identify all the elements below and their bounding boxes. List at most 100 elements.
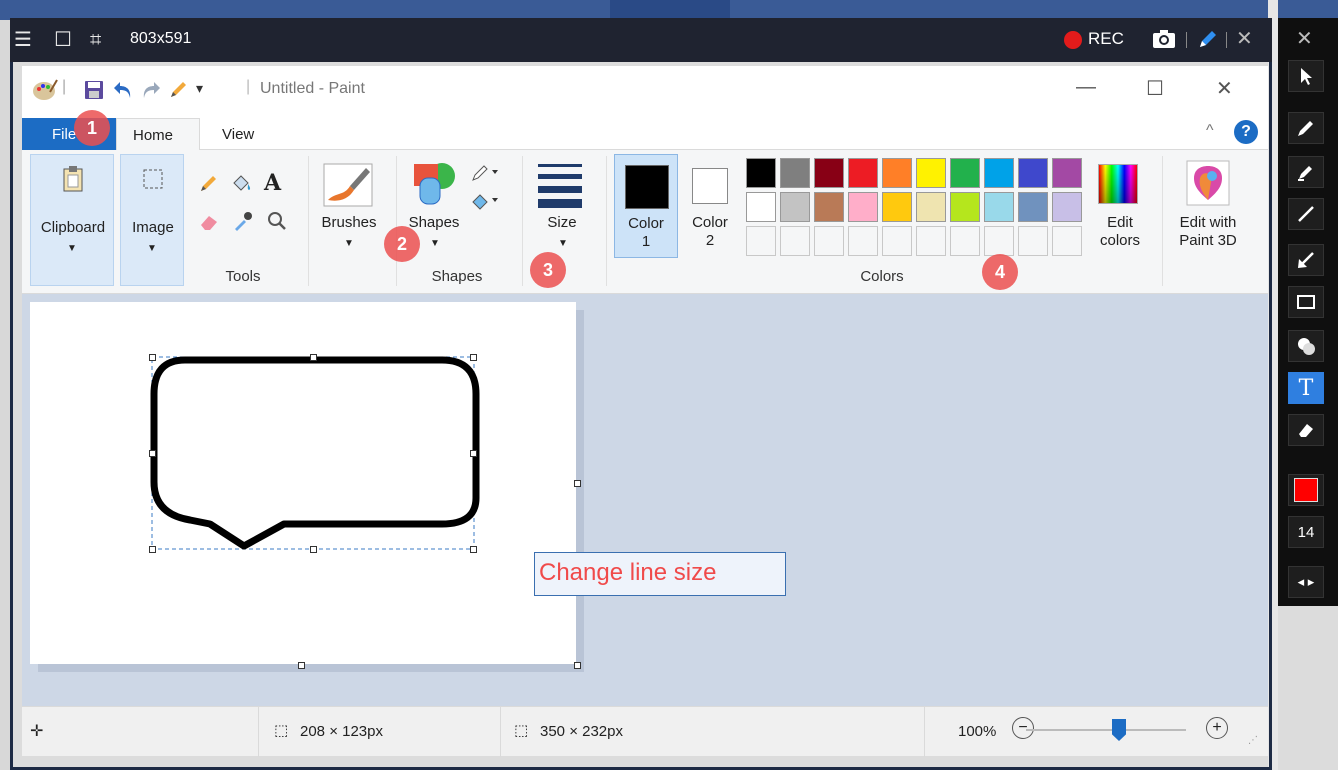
palette-color-swatch[interactable] bbox=[916, 192, 946, 222]
palette-color-swatch[interactable] bbox=[984, 226, 1014, 256]
paint-title-bar: | ▾ | Untitled - Paint — ☐ ✕ bbox=[22, 66, 1268, 114]
pen-size-value[interactable]: 14 bbox=[1288, 516, 1324, 548]
expand-panel-icon[interactable]: ◂ ▸ bbox=[1288, 566, 1324, 598]
text-tool-icon[interactable]: T bbox=[1288, 372, 1324, 404]
palette-color-swatch[interactable] bbox=[1018, 226, 1048, 256]
palette-color-swatch[interactable] bbox=[780, 192, 810, 222]
color-picker-icon[interactable] bbox=[232, 210, 254, 232]
cursor-tool-icon[interactable] bbox=[1288, 60, 1324, 92]
menu-icon[interactable]: ☰ bbox=[14, 28, 32, 52]
colors-group-label: Colors bbox=[860, 268, 904, 285]
window-icon[interactable]: ☐ bbox=[54, 28, 72, 52]
palette-color-swatch[interactable] bbox=[848, 226, 878, 256]
palette-color-swatch[interactable] bbox=[814, 192, 844, 222]
magnifier-icon[interactable] bbox=[266, 210, 288, 232]
canvas-resize-handle-corner[interactable] bbox=[574, 662, 581, 669]
palette-color-swatch[interactable] bbox=[984, 158, 1014, 188]
resize-grip-icon[interactable]: ⋰ bbox=[1248, 735, 1258, 746]
palette-color-swatch[interactable] bbox=[1052, 158, 1082, 188]
highlighter-tool-icon[interactable] bbox=[1288, 156, 1324, 188]
tab-view[interactable]: View bbox=[222, 126, 254, 143]
pen-color-swatch[interactable] bbox=[1288, 474, 1324, 506]
size-button[interactable]: Size ▼ bbox=[530, 154, 594, 264]
record-button[interactable]: REC bbox=[1088, 29, 1124, 49]
color2-button[interactable]: Color 2 bbox=[682, 154, 738, 258]
fill-bucket-icon[interactable] bbox=[230, 172, 254, 194]
palette-color-swatch[interactable] bbox=[746, 158, 776, 188]
palette-color-swatch[interactable] bbox=[882, 192, 912, 222]
close-window-icon[interactable]: ✕ bbox=[1216, 76, 1233, 101]
palette-color-swatch[interactable] bbox=[950, 226, 980, 256]
maximize-icon[interactable]: ☐ bbox=[1146, 76, 1164, 101]
arrow-tool-icon[interactable] bbox=[1288, 244, 1324, 276]
eraser-tool-icon[interactable] bbox=[1288, 414, 1324, 446]
canvas-resize-handle-bottom[interactable] bbox=[298, 662, 305, 669]
palette-color-swatch[interactable] bbox=[780, 226, 810, 256]
pencil-tool-icon[interactable] bbox=[1288, 112, 1324, 144]
outline-dropdown-icon[interactable] bbox=[470, 162, 500, 184]
palette-color-swatch[interactable] bbox=[1018, 192, 1048, 222]
clipboard-button[interactable]: Clipboard ▼ bbox=[30, 154, 114, 286]
color-spectrum-icon bbox=[1098, 164, 1138, 204]
image-button[interactable]: Image ▼ bbox=[120, 154, 184, 286]
speech-bubble-shape[interactable] bbox=[30, 302, 576, 664]
palette-color-swatch[interactable] bbox=[1052, 192, 1082, 222]
redo-icon[interactable] bbox=[140, 80, 162, 100]
edit-with-paint3d-button[interactable]: Edit with Paint 3D bbox=[1168, 154, 1248, 258]
collapse-ribbon-icon[interactable]: ^ bbox=[1206, 122, 1214, 140]
annotation-text-box[interactable]: Change line size bbox=[534, 552, 786, 596]
select-region-icon bbox=[143, 169, 163, 189]
canvas-work-area: Change line size bbox=[22, 294, 1268, 706]
minimize-icon[interactable]: — bbox=[1076, 76, 1096, 99]
brushes-button[interactable]: Brushes ▼ bbox=[314, 154, 384, 264]
tab-home[interactable]: Home bbox=[116, 118, 200, 151]
camera-icon[interactable] bbox=[1152, 29, 1176, 49]
step-callout-1: 1 bbox=[74, 110, 110, 146]
pencil-tool-icon[interactable] bbox=[198, 172, 220, 194]
fill-dropdown-icon[interactable] bbox=[470, 190, 500, 212]
pencil-quick-icon[interactable] bbox=[168, 78, 190, 100]
palette-color-swatch[interactable] bbox=[780, 158, 810, 188]
palette-color-swatch[interactable] bbox=[746, 226, 776, 256]
eraser-icon[interactable] bbox=[198, 212, 220, 232]
zoom-out-icon[interactable]: − bbox=[1012, 717, 1034, 739]
cursor-position-icon: ✛ bbox=[30, 723, 44, 740]
color1-button[interactable]: Color 1 bbox=[614, 154, 678, 258]
palette-color-swatch[interactable] bbox=[1052, 226, 1082, 256]
palette-color-swatch[interactable] bbox=[882, 226, 912, 256]
palette-color-swatch[interactable] bbox=[882, 158, 912, 188]
palette-color-swatch[interactable] bbox=[1018, 158, 1048, 188]
rectangle-tool-icon[interactable] bbox=[1288, 286, 1324, 318]
palette-color-swatch[interactable] bbox=[848, 158, 878, 188]
step-callout-4: 4 bbox=[982, 254, 1018, 290]
quick-access-dropdown-icon[interactable]: ▾ bbox=[196, 80, 203, 97]
palette-color-swatch[interactable] bbox=[950, 192, 980, 222]
drawing-canvas[interactable] bbox=[30, 302, 576, 664]
line-tool-icon[interactable] bbox=[1288, 198, 1324, 230]
palette-color-swatch[interactable] bbox=[814, 226, 844, 256]
edit-colors-button[interactable]: Edit colors bbox=[1088, 154, 1152, 258]
zoom-in-icon[interactable]: + bbox=[1206, 717, 1228, 739]
zoom-slider-thumb[interactable] bbox=[1112, 719, 1126, 741]
help-icon[interactable]: ? bbox=[1234, 120, 1258, 144]
palette-color-swatch[interactable] bbox=[848, 192, 878, 222]
palette-color-swatch[interactable] bbox=[746, 192, 776, 222]
palette-color-swatch[interactable] bbox=[950, 158, 980, 188]
palette-color-swatch[interactable] bbox=[984, 192, 1014, 222]
canvas-resize-handle-right[interactable] bbox=[574, 480, 581, 487]
zoom-slider-track[interactable] bbox=[1026, 729, 1186, 731]
canvas-size-text: 350 × 232px bbox=[540, 723, 623, 740]
close-panel-icon[interactable]: ✕ bbox=[1296, 26, 1313, 51]
region-select-icon[interactable]: ⌗ bbox=[90, 28, 101, 52]
text-tool-icon[interactable]: A bbox=[264, 170, 281, 196]
step-counter-tool-icon[interactable] bbox=[1288, 330, 1324, 362]
close-icon[interactable]: ✕ bbox=[1236, 26, 1253, 51]
undo-icon[interactable] bbox=[112, 80, 134, 100]
record-dot-icon[interactable] bbox=[1064, 31, 1082, 49]
annotate-pen-icon[interactable] bbox=[1197, 28, 1219, 50]
palette-color-swatch[interactable] bbox=[814, 158, 844, 188]
palette-color-swatch[interactable] bbox=[916, 226, 946, 256]
save-icon[interactable] bbox=[84, 80, 104, 100]
tools-group-label: Tools bbox=[225, 268, 261, 285]
palette-color-swatch[interactable] bbox=[916, 158, 946, 188]
